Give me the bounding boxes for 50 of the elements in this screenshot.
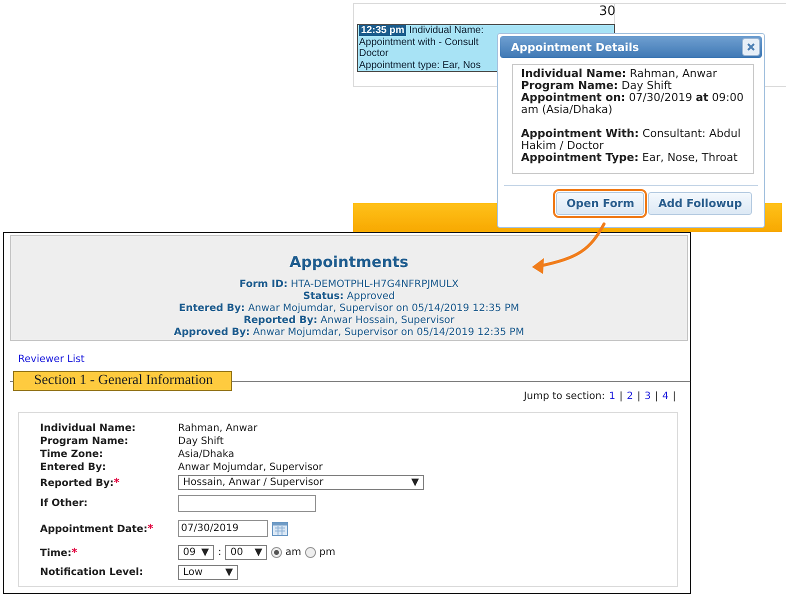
dialog-button[interactable]: Open Form — [556, 192, 644, 215]
section-heading: Section 1 - General Information — [13, 371, 232, 391]
meta-line: Approved By: Anwar Mojumdar, Supervisor on 05/14/2019 12:35 PM — [174, 327, 524, 339]
field-label: Program Name: — [40, 436, 130, 447]
day-number: 30 — [599, 4, 616, 19]
field-value: Anwar Mojumdar, Supervisor — [178, 462, 324, 473]
dialog-button[interactable]: Add Followup — [648, 192, 752, 215]
field-label: Reported By:* — [40, 476, 121, 489]
date-field[interactable]: 07/30/2019 — [178, 520, 268, 537]
input-field[interactable] — [178, 495, 316, 512]
form-title: Appointments — [290, 253, 408, 271]
section-link[interactable]: 3 — [644, 391, 651, 402]
field-value: Day Shift — [178, 436, 225, 447]
meta-line: Reported By: Anwar Hossain, Supervisor — [244, 315, 454, 327]
field-label: If Other: — [40, 498, 89, 509]
field-value: Rahman, Anwar — [178, 423, 258, 434]
field-label: Time Zone: — [40, 449, 104, 460]
radio-option[interactable]: am — [271, 547, 302, 558]
detail-line: Program Name: Day Shift — [521, 80, 673, 92]
detail-line: Appointment on: 07/30/2019 at 09:00 am (Asia/Dhaka) — [521, 92, 745, 116]
select-field[interactable]: Low ▼ — [178, 565, 238, 580]
radio-option[interactable]: pm — [305, 547, 336, 558]
dialog-titlebar: Appointment Details — [500, 36, 762, 58]
close-button[interactable] — [742, 38, 760, 56]
reviewer-link[interactable]: Reviewer List — [18, 354, 85, 365]
meta-line: Entered By: Anwar Mojumdar, Supervisor on 05/14/2019 12:35 PM — [178, 303, 520, 315]
field-label: Individual Name: — [40, 423, 137, 434]
minute-select[interactable]: 00 ▼ — [225, 545, 268, 560]
field-label: Notification Level: — [40, 567, 144, 578]
close-icon — [747, 43, 755, 51]
calendar-icon[interactable] — [272, 522, 288, 536]
field-label: Time:* — [40, 546, 78, 559]
meta-line: Status: Approved — [303, 291, 395, 303]
field-label: Entered By: — [40, 462, 108, 473]
detail-line: Appointment With: Consultant: Abdul Hakim / Doctor — [521, 126, 742, 152]
hour-select[interactable]: 09 ▼ — [178, 545, 214, 560]
field-value: Asia/Dhaka — [178, 449, 236, 460]
field-label: Appointment Date:* — [40, 522, 154, 535]
link-separator: | — [672, 391, 676, 402]
link-separator: | — [637, 391, 640, 402]
link-separator: | — [619, 391, 623, 402]
time-separator: : — [218, 547, 222, 558]
detail-line: Appointment Type: Ear, Nose, Throat — [521, 152, 739, 164]
jump-label: Jump to section: — [524, 391, 605, 402]
link-separator: | — [654, 391, 658, 402]
section-link[interactable]: 2 — [626, 391, 634, 402]
section-link[interactable]: 1 — [609, 391, 616, 402]
select-field[interactable]: Hossain, Anwar / Supervisor ▼ — [178, 475, 424, 490]
section-link[interactable]: 4 — [662, 391, 669, 402]
meta-line: Form ID: HTA-DEMOTPHL-H7G4NFRPJMULX — [239, 279, 459, 291]
